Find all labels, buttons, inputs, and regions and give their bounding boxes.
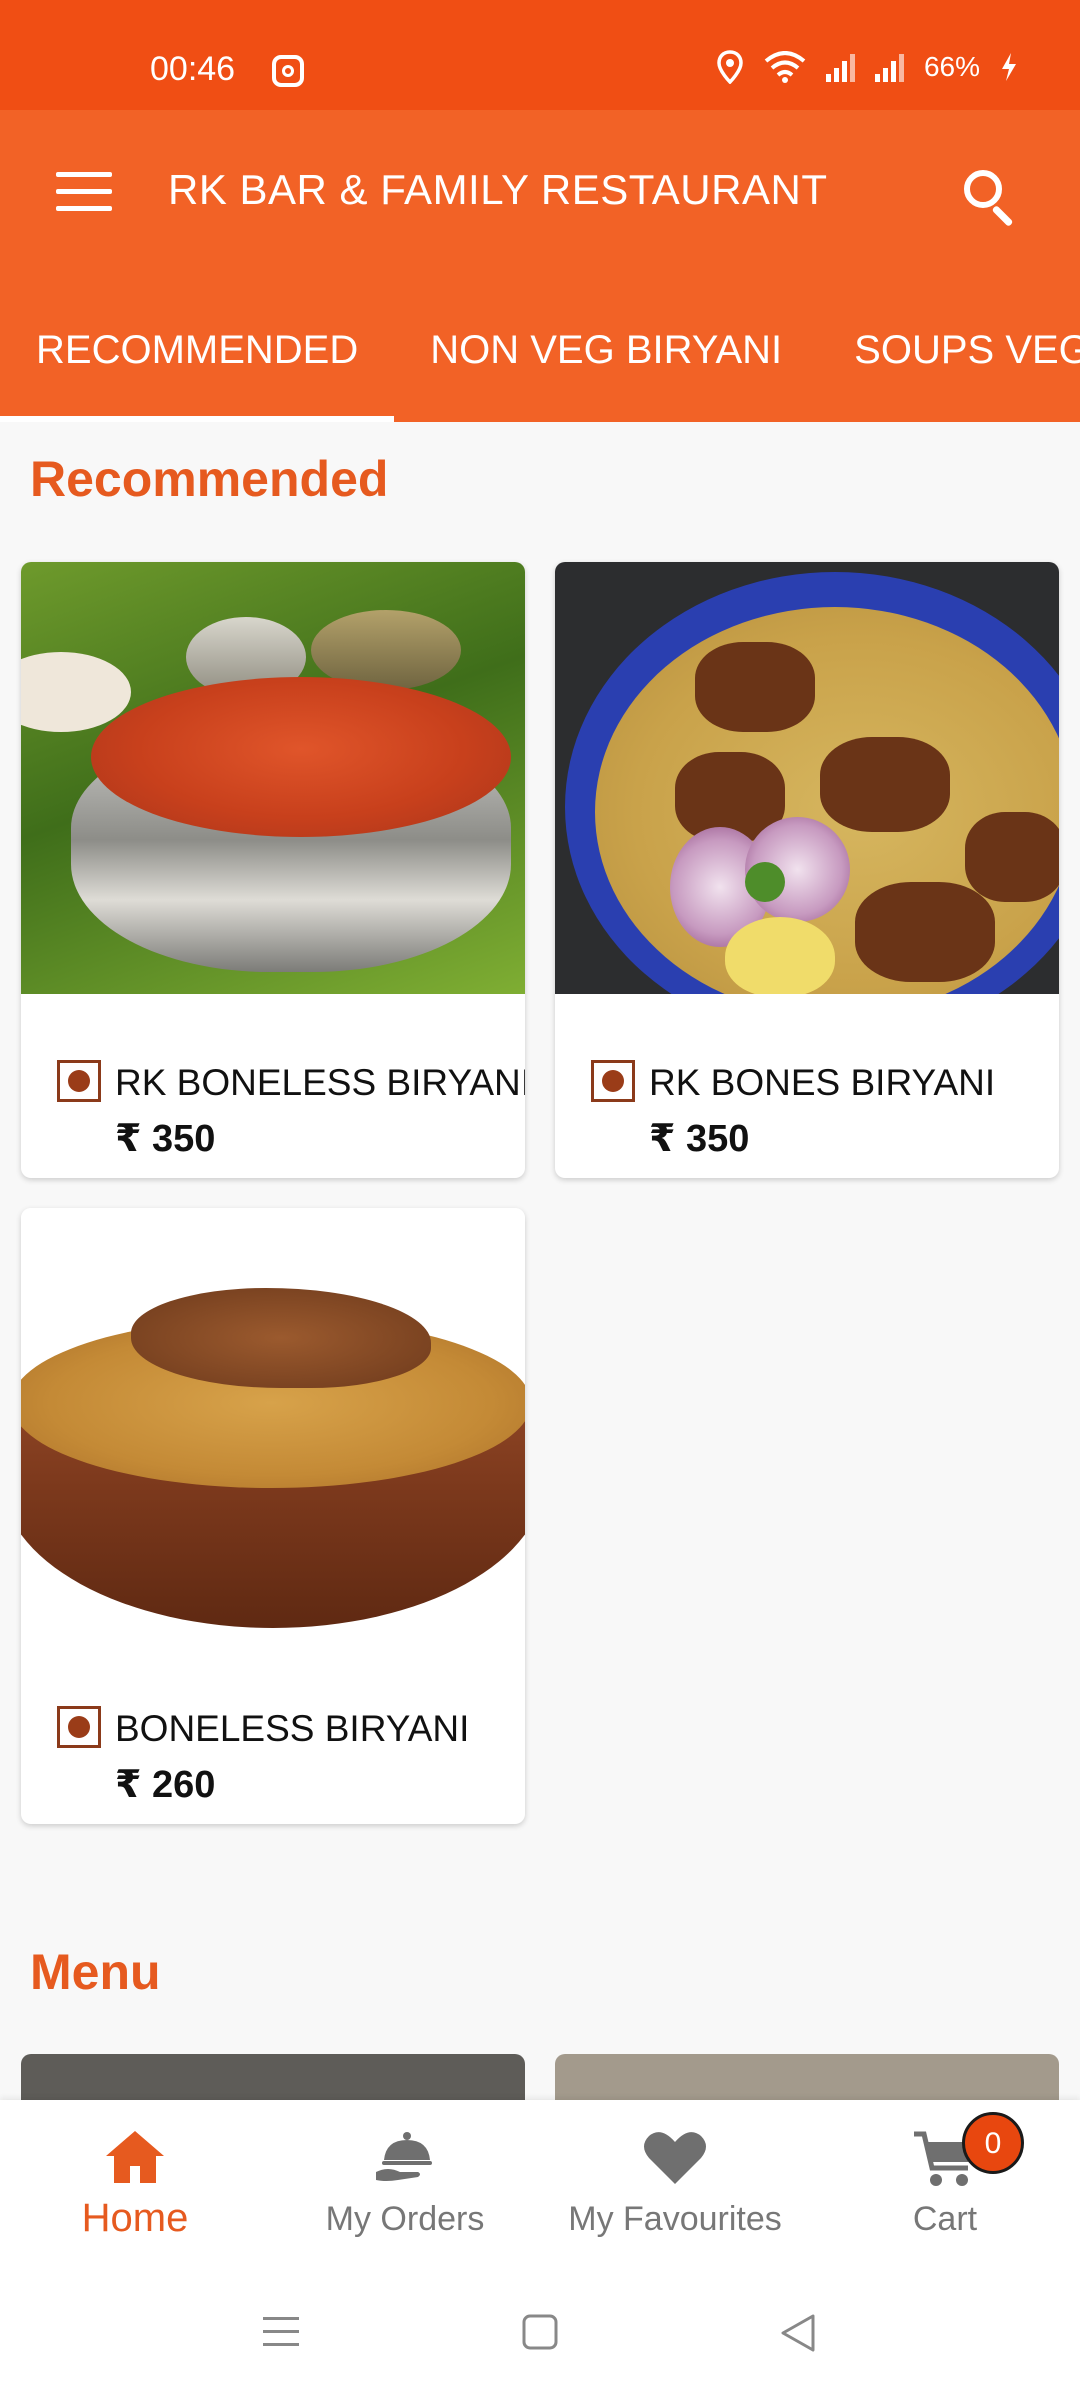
recents-icon[interactable] xyxy=(262,2314,300,2350)
dish-price: ₹ 350 xyxy=(115,1118,216,1160)
app-bar: RK BAR & FAMILY RESTAURANT xyxy=(0,110,1080,280)
home-button-icon[interactable] xyxy=(522,2314,558,2350)
status-bar: 00:46 66% xyxy=(0,0,1080,110)
signal-icon-2 xyxy=(874,52,904,82)
battery-percent: 66% xyxy=(923,51,980,82)
nav-cart-label: Cart xyxy=(912,2200,978,2238)
home-icon xyxy=(106,2131,164,2183)
heart-icon xyxy=(644,2132,706,2184)
status-time: 00:46 xyxy=(150,50,236,88)
cloche-icon xyxy=(376,2132,432,2181)
dish-name: RK BONES BIRYANI xyxy=(649,1062,996,1103)
nav-home-label: Home xyxy=(81,2196,189,2240)
food-photo xyxy=(21,562,525,994)
cart-count-badge: 0 xyxy=(962,2112,1024,2174)
dish-price: ₹ 350 xyxy=(649,1118,750,1160)
back-icon[interactable] xyxy=(780,2314,816,2352)
nav-home[interactable]: Home xyxy=(0,2100,270,2270)
dish-price: ₹ 260 xyxy=(115,1764,216,1806)
dish-name: RK BONELESS BIRYANI xyxy=(115,1062,525,1103)
tab-non-veg-biryani[interactable]: NON VEG BIRYANI xyxy=(394,280,818,422)
search-icon[interactable] xyxy=(962,168,1018,227)
nav-my-orders-label: My Orders xyxy=(325,2200,485,2238)
status-icons: 66% xyxy=(716,50,1018,84)
food-photo xyxy=(21,1208,525,1640)
nav-my-favourites[interactable]: My Favourites xyxy=(540,2100,810,2270)
signal-icon xyxy=(825,52,855,82)
bottom-navigation: Home My Orders My Favourites 0 Cart xyxy=(0,2100,1080,2270)
non-veg-indicator-icon xyxy=(57,1706,101,1748)
dish-name: BONELESS BIRYANI xyxy=(115,1708,470,1749)
instagram-icon xyxy=(272,55,304,87)
category-tabs: RECOMMENDED NON VEG BIRYANI SOUPS VEG xyxy=(0,280,1080,422)
hamburger-menu-icon[interactable] xyxy=(56,172,112,212)
food-card[interactable]: RK BONES BIRYANI ₹ 350 xyxy=(555,562,1059,1178)
nav-cart[interactable]: 0 Cart xyxy=(810,2100,1080,2270)
system-navigation-bar xyxy=(0,2270,1080,2400)
nav-my-favourites-label: My Favourites xyxy=(568,2200,782,2238)
wifi-icon xyxy=(764,51,806,83)
tab-recommended[interactable]: RECOMMENDED xyxy=(0,280,395,422)
charging-icon xyxy=(1002,53,1016,81)
app-title: RK BAR & FAMILY RESTAURANT xyxy=(168,166,828,213)
tab-soups-veg[interactable]: SOUPS VEG xyxy=(818,280,1080,422)
section-title-menu: Menu xyxy=(30,1944,161,2000)
food-card[interactable]: BONELESS BIRYANI ₹ 260 xyxy=(21,1208,525,1824)
food-photo xyxy=(555,562,1059,994)
location-icon xyxy=(717,50,743,84)
nav-my-orders[interactable]: My Orders xyxy=(270,2100,540,2270)
non-veg-indicator-icon xyxy=(591,1060,635,1102)
food-card[interactable]: RK BONELESS BIRYANI ₹ 350 xyxy=(21,562,525,1178)
section-title-recommended: Recommended xyxy=(30,451,389,507)
non-veg-indicator-icon xyxy=(57,1060,101,1102)
